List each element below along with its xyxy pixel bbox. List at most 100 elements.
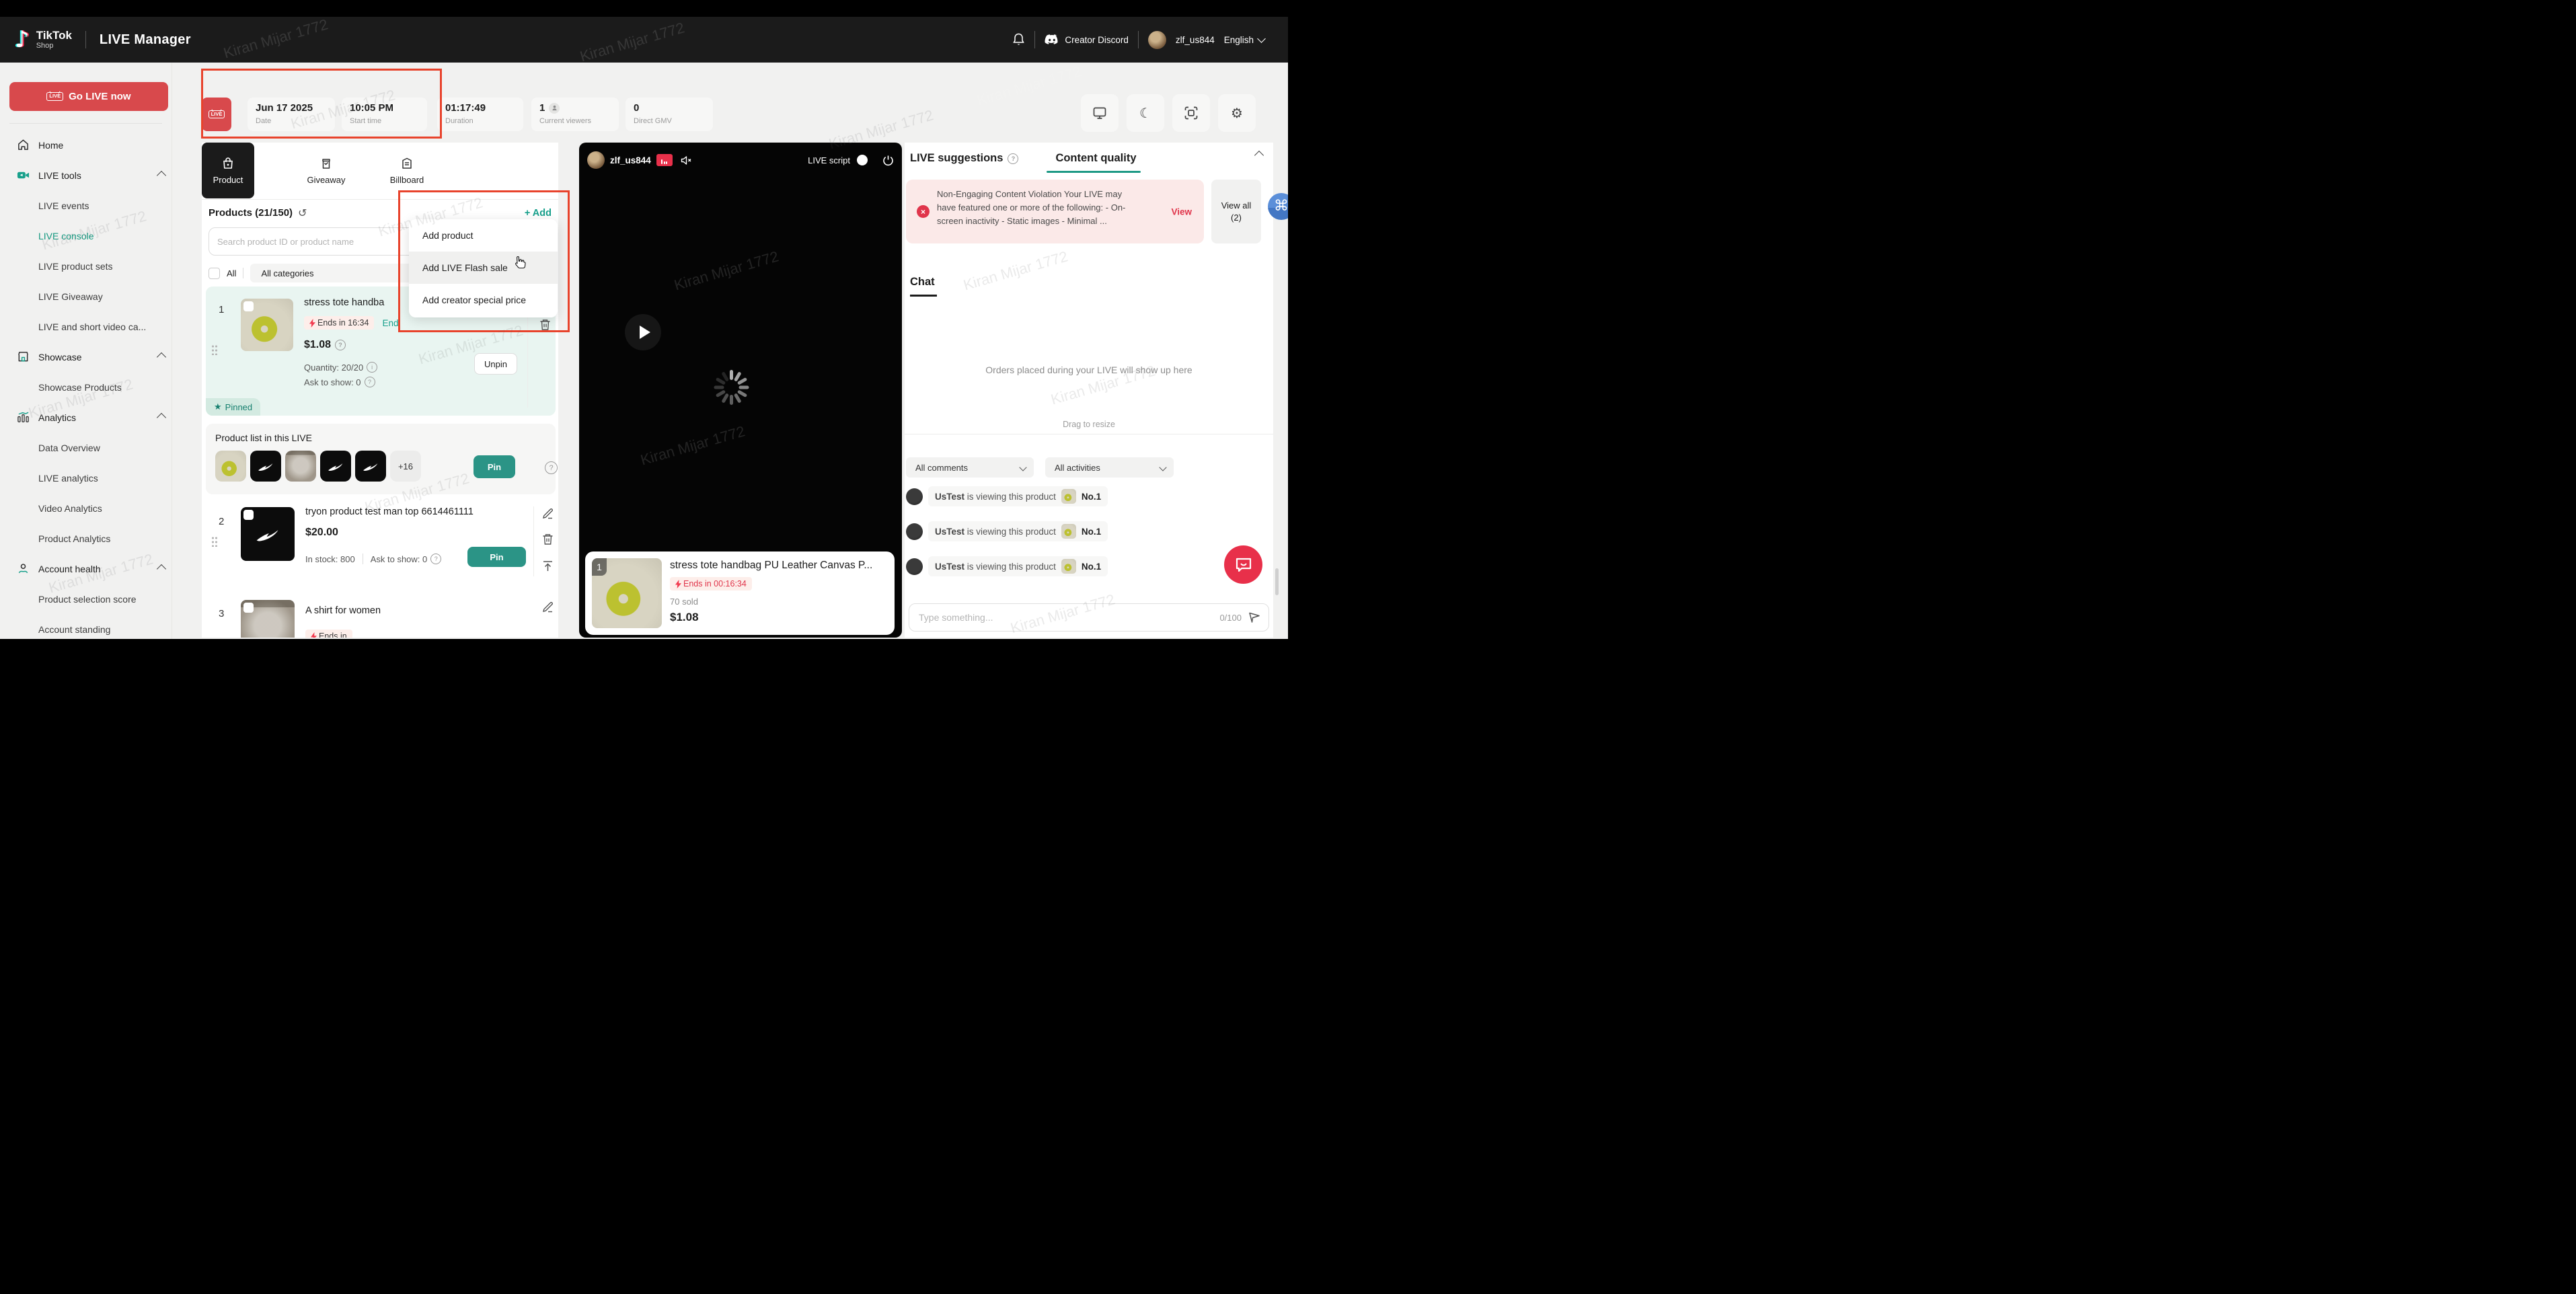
- sidebar-item-live-tools[interactable]: LIVE tools: [0, 160, 172, 190]
- menu-item-add-special-price[interactable]: Add creator special price: [409, 284, 558, 316]
- violation-alert: × Non-Engaging Content Violation Your LI…: [906, 180, 1204, 243]
- sidebar-item-label: Video Analytics: [38, 503, 102, 514]
- language-selector[interactable]: English: [1224, 35, 1264, 45]
- product-checkbox[interactable]: [243, 603, 254, 613]
- fullscreen-button[interactable]: [1172, 94, 1210, 132]
- pin-button[interactable]: Pin: [467, 547, 526, 567]
- rank-badge: No.1: [1082, 527, 1101, 537]
- chat-tab[interactable]: Chat: [910, 276, 935, 289]
- refresh-icon[interactable]: ↺: [298, 206, 307, 219]
- scrollbar-thumb[interactable]: [1275, 568, 1279, 595]
- drag-to-resize-handle[interactable]: Drag to resize: [905, 420, 1273, 429]
- product-name: stress tote handba: [304, 297, 384, 308]
- sidebar-item-analytics[interactable]: Analytics: [0, 402, 172, 432]
- sidebar-item-live-short-video[interactable]: LIVE and short video ca...: [0, 311, 172, 342]
- bell-icon[interactable]: [1012, 33, 1025, 46]
- ask-info-icon[interactable]: ?: [365, 377, 375, 387]
- settings-button[interactable]: ⚙: [1218, 94, 1256, 132]
- sidebar-item-video-analytics[interactable]: Video Analytics: [0, 493, 172, 523]
- add-button[interactable]: + Add: [525, 208, 552, 219]
- drag-handle[interactable]: [211, 344, 218, 355]
- sidebar-item-product-selection-score[interactable]: Product selection score: [0, 584, 172, 614]
- drag-handle[interactable]: [211, 536, 218, 547]
- list-thumbnail: [355, 451, 386, 482]
- pin-button[interactable]: Pin: [473, 455, 515, 478]
- char-counter: 0/100: [1219, 613, 1242, 623]
- quantity-info-icon[interactable]: i: [367, 362, 377, 373]
- sidebar-item-live-product-sets[interactable]: LIVE product sets: [0, 251, 172, 281]
- menu-item-add-product[interactable]: Add product: [409, 219, 558, 252]
- select-all-checkbox[interactable]: [209, 268, 220, 279]
- delete-icon[interactable]: [542, 533, 554, 545]
- view-all-button[interactable]: View all(2): [1211, 180, 1261, 243]
- sidebar-item-account-health[interactable]: Account health: [0, 554, 172, 584]
- help-icon[interactable]: ?: [545, 461, 558, 474]
- go-live-button[interactable]: LIVE Go LIVE now: [9, 82, 168, 111]
- stat-duration: 01:17:49Duration: [437, 98, 523, 131]
- header-divider: [1034, 31, 1035, 48]
- creator-discord-link[interactable]: Creator Discord: [1045, 34, 1129, 46]
- product-checkbox[interactable]: [243, 510, 254, 520]
- price-info-icon[interactable]: ?: [335, 340, 346, 350]
- edit-icon[interactable]: [542, 508, 554, 519]
- sidebar-item-label: Product selection score: [38, 594, 137, 605]
- end-flash-link[interactable]: End: [382, 318, 398, 328]
- comments-filter-dropdown[interactable]: All comments: [906, 457, 1034, 478]
- move-to-top-icon[interactable]: [542, 560, 554, 572]
- sidebar-item-live-analytics[interactable]: LIVE analytics: [0, 463, 172, 493]
- dark-mode-button[interactable]: ☾: [1127, 94, 1164, 132]
- lightning-icon: [311, 632, 317, 638]
- sidebar-item-product-analytics[interactable]: Product Analytics: [0, 523, 172, 554]
- unpin-button[interactable]: Unpin: [474, 353, 517, 375]
- product-name: A shirt for women: [305, 605, 381, 616]
- chat-input[interactable]: [917, 611, 1213, 623]
- ask-info-icon[interactable]: ?: [430, 554, 441, 564]
- pinned-badge: ★ Pinned: [206, 398, 260, 416]
- product-stock: In stock: 800: [305, 554, 355, 564]
- suggestions-help-icon[interactable]: ?: [1008, 153, 1018, 164]
- featured-product-card[interactable]: 1 stress tote handbag PU Leather Canvas …: [585, 551, 895, 635]
- tab-giveaway[interactable]: Giveaway: [299, 143, 353, 198]
- viewed-product-thumbnail: [1061, 559, 1076, 574]
- tab-content-quality[interactable]: Content quality: [1055, 152, 1136, 165]
- sidebar-item-live-console[interactable]: LIVE console: [0, 221, 172, 251]
- user-avatar[interactable]: [1148, 31, 1166, 49]
- products-count-title: Products (21/150): [209, 207, 293, 219]
- bottom-black-strip: [0, 639, 1288, 647]
- product-row-2[interactable]: 2 tryon product test man top 6614461111 …: [206, 498, 556, 584]
- categories-label: All categories: [261, 268, 313, 278]
- sidebar-item-showcase-products[interactable]: Showcase Products: [0, 372, 172, 402]
- activities-filter-dropdown[interactable]: All activities: [1045, 457, 1174, 478]
- tiktok-shop-logo[interactable]: ♪ TikTok Shop: [15, 28, 72, 51]
- tab-live-suggestions[interactable]: LIVE suggestions ?: [910, 152, 1018, 165]
- sidebar-item-home[interactable]: Home: [0, 130, 172, 160]
- delete-icon[interactable]: [539, 319, 551, 331]
- product-checkbox[interactable]: [243, 301, 254, 311]
- tab-product[interactable]: Product: [202, 143, 254, 198]
- star-icon: ★: [214, 402, 222, 412]
- fullscreen-icon: [1184, 106, 1198, 120]
- tab-billboard[interactable]: Billboard: [379, 143, 435, 198]
- chevron-up-icon: [157, 412, 166, 422]
- sidebar-item-label: LIVE Giveaway: [38, 291, 103, 302]
- view-link[interactable]: View: [1171, 206, 1192, 217]
- play-button[interactable]: [625, 314, 661, 350]
- more-products-chip[interactable]: +16: [390, 451, 421, 482]
- power-icon[interactable]: [882, 155, 894, 166]
- sidebar-item-live-giveaway[interactable]: LIVE Giveaway: [0, 281, 172, 311]
- sidebar-item-data-overview[interactable]: Data Overview: [0, 432, 172, 463]
- edit-icon[interactable]: [542, 601, 554, 613]
- live-stats-badge[interactable]: [656, 154, 673, 166]
- mute-icon[interactable]: [681, 155, 692, 165]
- sidebar-item-live-events[interactable]: LIVE events: [0, 190, 172, 221]
- live-script-toggle[interactable]: [857, 155, 868, 165]
- sidebar-item-showcase[interactable]: Showcase: [0, 342, 172, 372]
- product-row-3[interactable]: 3 A shirt for women Ends in: [206, 591, 556, 638]
- chat-bubble-button[interactable]: [1224, 545, 1262, 584]
- header-divider: [1138, 31, 1139, 48]
- product-quantity: Quantity: 20/20: [304, 363, 363, 373]
- send-icon[interactable]: [1248, 611, 1260, 623]
- collapse-icon[interactable]: [1254, 151, 1264, 160]
- menu-item-add-flash-sale[interactable]: Add LIVE Flash sale: [409, 252, 558, 284]
- display-mode-button[interactable]: [1081, 94, 1119, 132]
